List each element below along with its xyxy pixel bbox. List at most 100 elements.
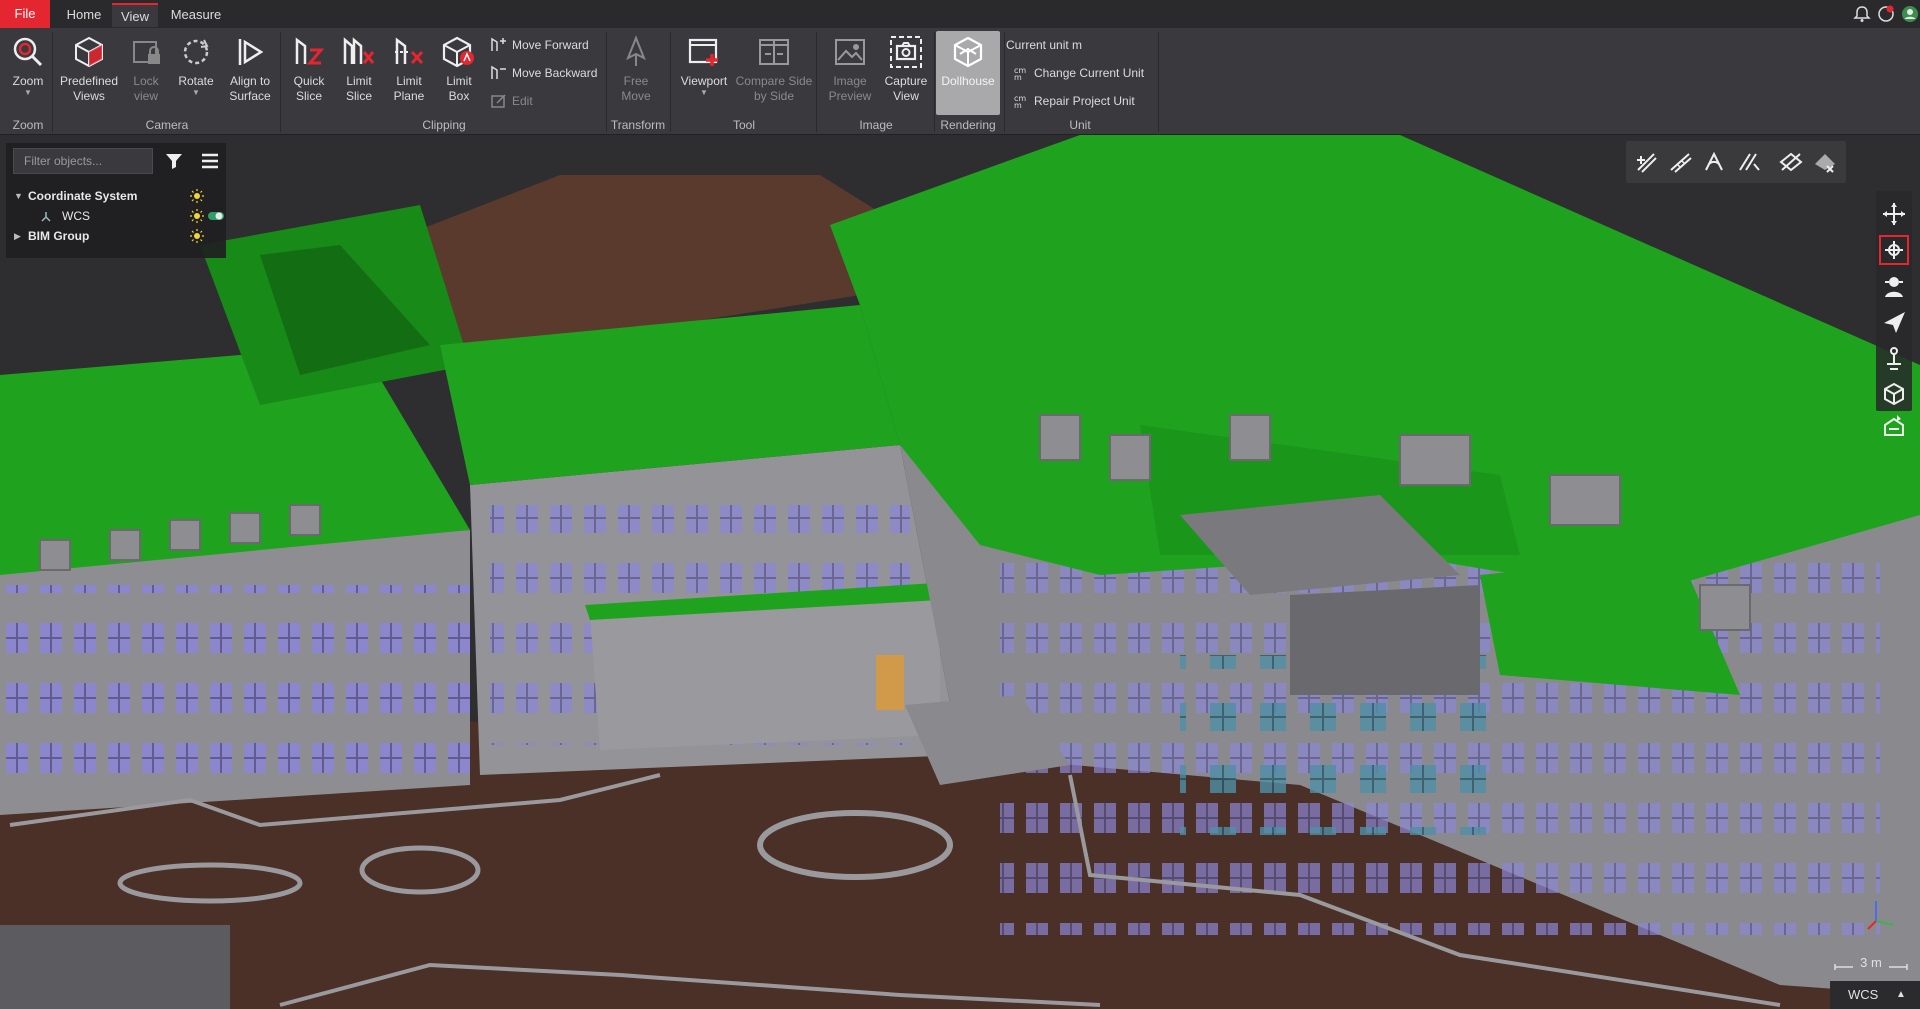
- pan-icon[interactable]: [1879, 235, 1909, 265]
- edit-icon: [491, 94, 506, 108]
- divider: [280, 32, 281, 132]
- tree-item-bim-group[interactable]: ▶ BIM Group: [6, 226, 226, 246]
- rotate-button[interactable]: Rotate ▼: [172, 34, 220, 97]
- viewport-label: Viewport: [680, 74, 728, 88]
- tree-item-coordinate-system[interactable]: ▼ Coordinate System: [6, 186, 226, 206]
- compare-side-by-side-button[interactable]: Compare Side by Side: [734, 34, 814, 104]
- limit-slice-button[interactable]: Limit Slice: [336, 34, 382, 104]
- zoom-button[interactable]: Zoom ▼: [6, 34, 50, 97]
- orbit-icon[interactable]: [1881, 201, 1907, 227]
- group-label-camera: Camera: [145, 118, 189, 132]
- toggle-switch[interactable]: [208, 211, 224, 221]
- zoom-icon: [13, 37, 43, 67]
- capture-view-label: Capture View: [884, 74, 928, 103]
- ribbon: Zoom ▼ Zoom Predefined Views Lock view R…: [0, 28, 1920, 135]
- 3d-viewport[interactable]: ▼ Coordinate System WCS ▶ BIM Group: [0, 135, 1920, 1009]
- walk-icon[interactable]: [1881, 273, 1907, 299]
- move-backward-button[interactable]: Move Backward: [490, 62, 597, 84]
- zoom-label: Zoom: [12, 74, 44, 88]
- limit-slice-label: Limit Slice: [345, 74, 372, 103]
- clear-measure-icon[interactable]: [1812, 150, 1838, 174]
- menu-icon[interactable]: [200, 151, 220, 171]
- align-to-surface-button[interactable]: Align to Surface: [224, 34, 276, 104]
- coordinate-system-selector[interactable]: WCS ▲: [1830, 981, 1920, 1009]
- move-backward-icon: [491, 65, 506, 79]
- menu-home[interactable]: Home: [62, 3, 106, 27]
- group-label-zoom: Zoom: [12, 118, 44, 132]
- divider: [606, 32, 607, 132]
- svg-text:m: m: [1014, 101, 1022, 109]
- predefined-views-label: Predefined Views: [59, 74, 119, 103]
- free-move-icon: [626, 35, 646, 66]
- chevron-down-icon[interactable]: ▼: [14, 186, 23, 206]
- chevron-down-icon: ▼: [700, 88, 708, 97]
- limit-slice-icon: [343, 37, 375, 64]
- lock-view-label: Lock view: [133, 74, 159, 103]
- filter-icon[interactable]: [164, 151, 184, 171]
- free-move-button[interactable]: Free Move: [612, 34, 660, 104]
- camera-icon: [890, 36, 922, 68]
- notification-icon[interactable]: [1876, 4, 1896, 24]
- change-current-unit-button[interactable]: cm m Change Current Unit: [1012, 62, 1144, 84]
- menu-measure[interactable]: Measure: [168, 3, 224, 27]
- account-icon[interactable]: [1900, 4, 1920, 24]
- tree-item-label: WCS: [62, 209, 90, 223]
- dollhouse-button[interactable]: Dollhouse: [936, 34, 1000, 89]
- quick-slice-button[interactable]: Quick Slice: [286, 34, 332, 104]
- quick-slice-icon: [295, 37, 325, 65]
- measure-area-icon[interactable]: [1634, 150, 1660, 174]
- visibility-sun-icon[interactable]: [190, 189, 204, 203]
- lock-view-icon: [133, 41, 160, 64]
- limit-plane-button[interactable]: Limit Plane: [386, 34, 432, 104]
- align-surface-icon: [238, 39, 264, 65]
- fly-icon[interactable]: [1881, 309, 1907, 335]
- current-unit-label: Current unit m: [1006, 38, 1083, 52]
- edit-button[interactable]: Edit: [490, 90, 533, 112]
- move-forward-icon: [491, 37, 506, 51]
- dollhouse-view-icon[interactable]: [1881, 413, 1907, 439]
- compare-side-by-side-label: Compare Side by Side: [735, 74, 813, 103]
- box-view-icon[interactable]: [1881, 381, 1907, 407]
- axis-icon: [41, 212, 51, 222]
- scale-bar: 3 m: [1834, 955, 1908, 975]
- limit-box-button[interactable]: Limit Box: [436, 34, 482, 104]
- person-icon[interactable]: [1881, 345, 1907, 371]
- tree-item-label: BIM Group: [28, 229, 90, 243]
- bell-icon[interactable]: [1852, 4, 1872, 24]
- repair-project-unit-button[interactable]: cm m Repair Project Unit: [1012, 90, 1135, 112]
- measure-height-icon[interactable]: [1736, 150, 1762, 174]
- group-label-unit: Unit: [1069, 118, 1091, 132]
- limit-plane-icon: [395, 37, 424, 65]
- menu-view[interactable]: View: [112, 3, 158, 27]
- lock-view-button[interactable]: Lock view: [124, 34, 168, 104]
- divider: [1004, 32, 1005, 132]
- filter-objects-input[interactable]: [13, 148, 153, 174]
- quick-slice-label: Quick Slice: [293, 74, 325, 103]
- chevron-up-icon: ▲: [1896, 989, 1906, 1000]
- group-label-transform: Transform: [610, 118, 666, 132]
- viewport-button[interactable]: Viewport ▼: [676, 34, 732, 97]
- tree-item-wcs[interactable]: WCS: [6, 206, 226, 226]
- tree-item-label: Coordinate System: [28, 189, 138, 203]
- chevron-down-icon: ▼: [24, 88, 32, 97]
- repair-unit-icon: cmm: [1014, 94, 1026, 109]
- image-preview-button[interactable]: Image Preview: [822, 34, 878, 104]
- move-forward-button[interactable]: Move Forward: [490, 34, 589, 56]
- menu-file[interactable]: File: [0, 0, 50, 28]
- visibility-sun-icon[interactable]: [190, 209, 204, 223]
- object-tree-panel: ▼ Coordinate System WCS ▶ BIM Group: [6, 143, 226, 258]
- divider: [52, 32, 53, 132]
- image-preview-label: Image Preview: [828, 74, 872, 103]
- image-preview-icon: [835, 39, 865, 65]
- group-label-clipping: Clipping: [422, 118, 466, 132]
- scale-line-icon: [1834, 964, 1908, 970]
- chevron-down-icon: ▼: [192, 88, 200, 97]
- divider: [1158, 32, 1159, 132]
- measure-distance-icon[interactable]: [1668, 150, 1694, 174]
- chevron-right-icon[interactable]: ▶: [14, 226, 21, 246]
- predefined-views-button[interactable]: Predefined Views: [58, 34, 120, 104]
- hide-annotations-icon[interactable]: [1778, 150, 1804, 174]
- capture-view-button[interactable]: Capture View: [880, 34, 932, 104]
- visibility-sun-icon[interactable]: [190, 229, 204, 243]
- measure-angle-icon[interactable]: [1702, 150, 1728, 174]
